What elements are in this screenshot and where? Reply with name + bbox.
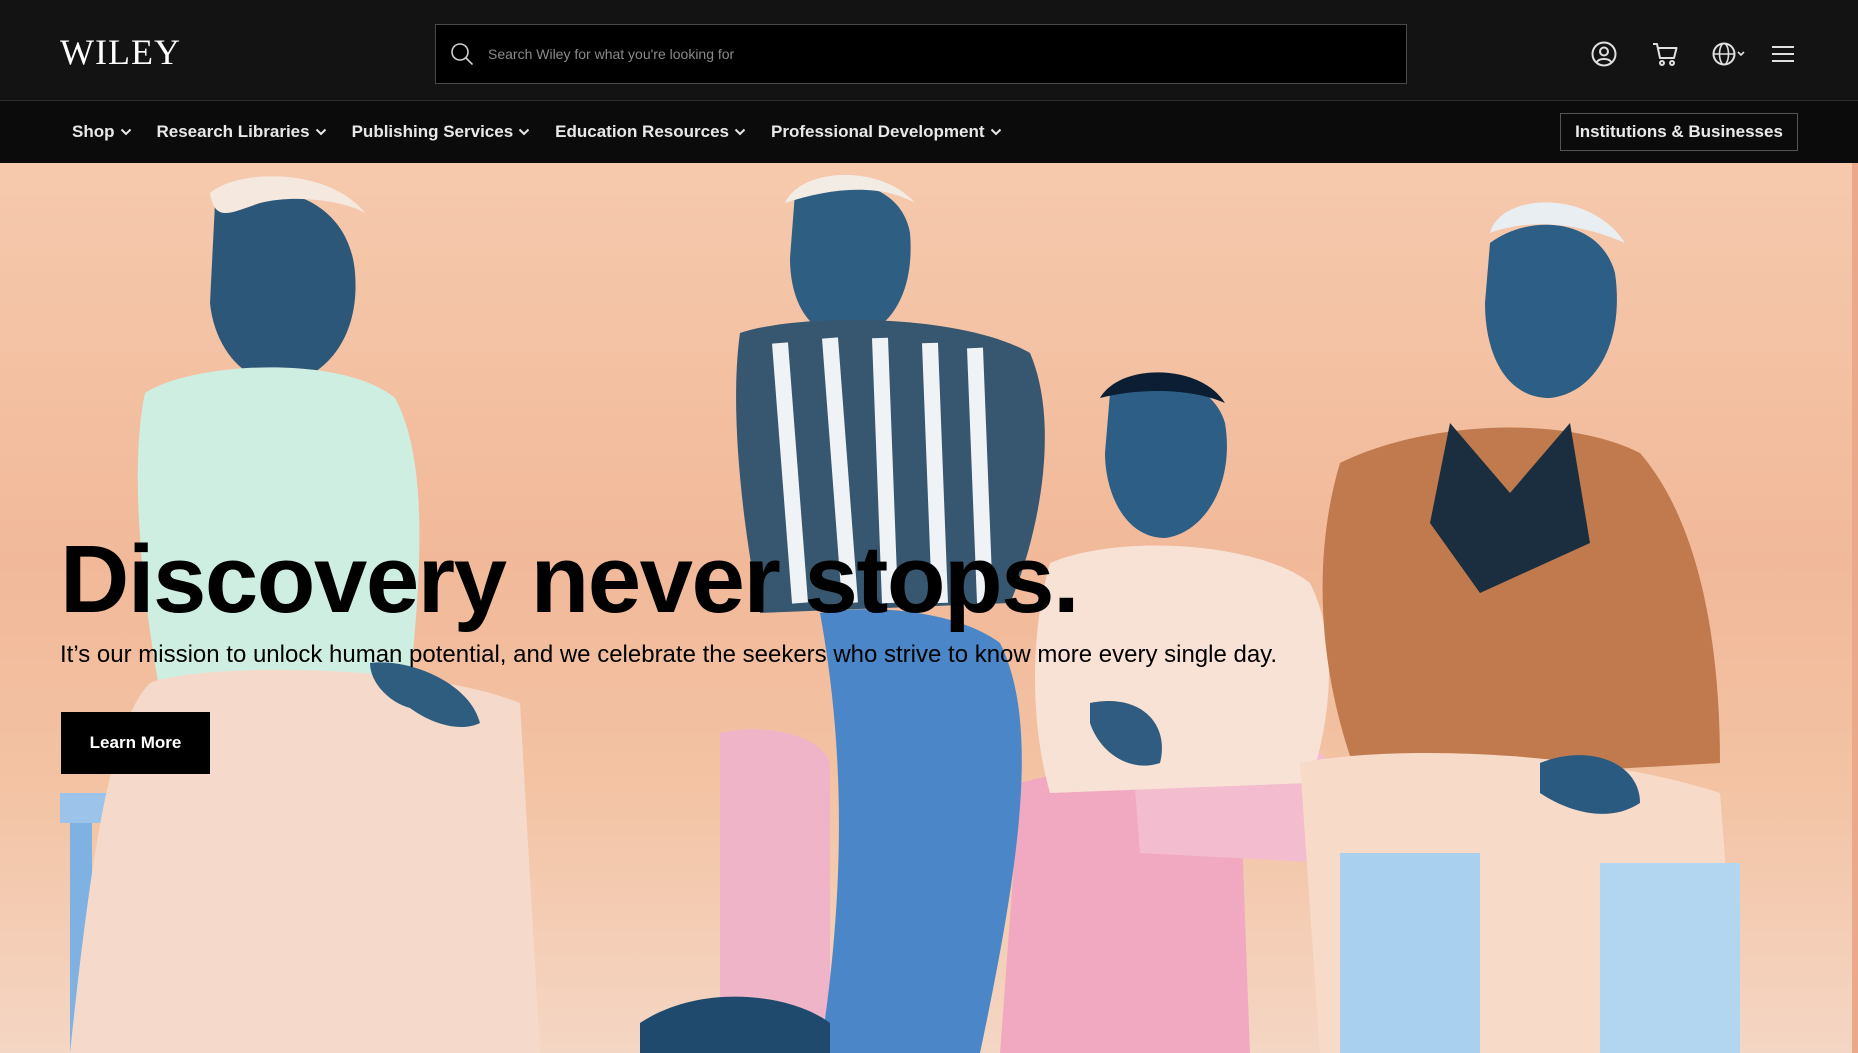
- learn-more-button[interactable]: Learn More: [61, 712, 210, 774]
- chevron-down-icon: [990, 128, 1001, 136]
- search-bar[interactable]: [435, 24, 1407, 84]
- chevron-down-icon: [518, 128, 530, 136]
- wiley-logo[interactable]: WILEY: [60, 32, 181, 72]
- hero-banner: Discovery never stops. It’s our mission …: [0, 163, 1858, 1053]
- chevron-down-icon: [734, 128, 746, 136]
- nav-item-research-libraries[interactable]: Research Libraries: [157, 122, 327, 142]
- top-header: WILEY: [0, 0, 1858, 101]
- main-nav: Shop Research Libraries Publishing Servi…: [0, 101, 1858, 163]
- account-icon[interactable]: [1590, 40, 1618, 68]
- nav-item-label: Professional Development: [770, 122, 985, 141]
- institutions-businesses-button[interactable]: Institutions & Businesses: [1560, 113, 1798, 151]
- menu-icon[interactable]: [1771, 40, 1795, 68]
- nav-item-shop[interactable]: Shop: [72, 122, 132, 142]
- nav-item-label: Publishing Services: [351, 122, 514, 141]
- nav-item-label: Shop: [72, 122, 115, 141]
- nav-item-label: Education Resources: [555, 122, 729, 141]
- page: WILEY Search Wiley for what you're looki…: [0, 0, 1858, 1053]
- chevron-down-icon: [120, 128, 131, 136]
- nav-item-label: Research Libraries: [156, 122, 310, 141]
- cart-icon[interactable]: [1650, 40, 1680, 68]
- hero-subline: It’s our mission to unlock human potenti…: [60, 641, 1278, 668]
- nav-menu: Shop Research Libraries Publishing Servi…: [72, 101, 1027, 163]
- globe-icon[interactable]: [1710, 40, 1748, 68]
- nav-item-publishing-services[interactable]: Publishing Services: [352, 122, 531, 142]
- nav-item-education-resources[interactable]: Education Resources: [555, 122, 746, 142]
- hero-text: Discovery never stops. It’s our mission …: [60, 528, 1277, 670]
- search-icon: [436, 25, 488, 83]
- search-input[interactable]: [488, 25, 1406, 83]
- nav-item-professional-development[interactable]: Professional Development: [771, 122, 1002, 142]
- chevron-down-icon: [315, 128, 326, 136]
- hero-headline: Discovery never stops.: [60, 526, 1080, 633]
